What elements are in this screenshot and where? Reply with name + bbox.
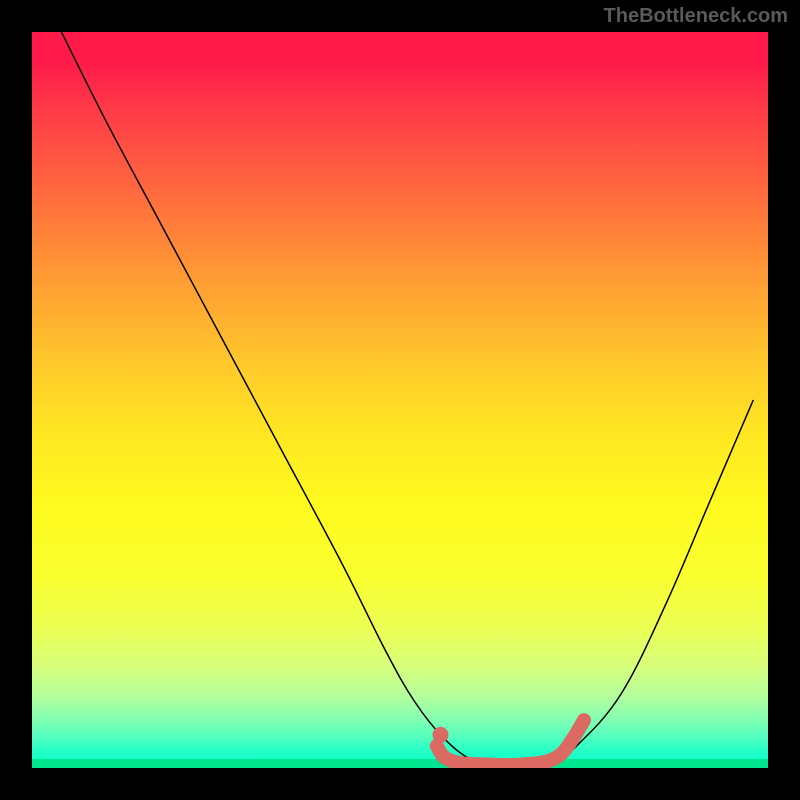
optimal-range-highlight bbox=[437, 720, 584, 765]
chart-plot-area bbox=[32, 32, 768, 768]
watermark-text: TheBottleneck.com bbox=[604, 5, 788, 28]
bottleneck-curve bbox=[61, 32, 753, 765]
optimal-marker-dot bbox=[432, 727, 448, 743]
chart-svg bbox=[32, 32, 768, 768]
